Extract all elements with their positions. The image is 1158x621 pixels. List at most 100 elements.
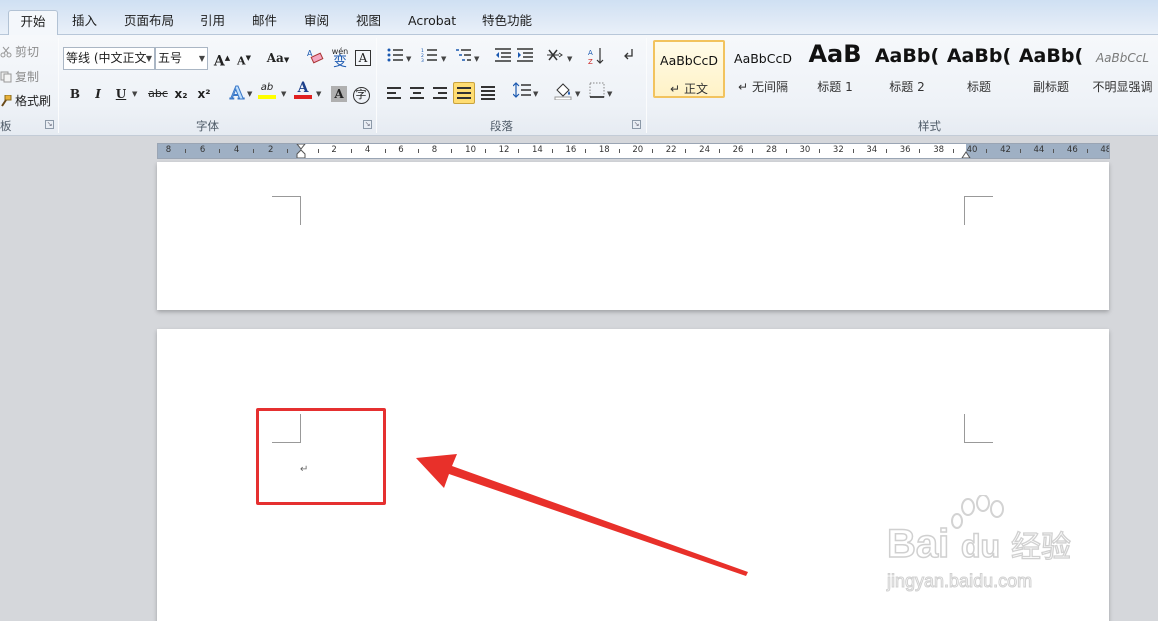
underline-dropdown-icon[interactable]: ▼ bbox=[132, 90, 137, 98]
borders-dropdown-icon[interactable]: ▼ bbox=[607, 90, 612, 98]
show-hide-marks-button[interactable] bbox=[618, 47, 640, 69]
ruler-tick bbox=[484, 149, 486, 153]
style-subtitle[interactable]: AaBb( 副标题 bbox=[1015, 40, 1087, 98]
numbering-dropdown-icon[interactable]: ▼ bbox=[441, 55, 446, 63]
line-spacing-dropdown-icon[interactable]: ▼ bbox=[533, 90, 538, 98]
bullets-button[interactable] bbox=[384, 47, 406, 69]
increase-indent-button[interactable] bbox=[514, 47, 536, 69]
shading-dropdown-icon[interactable]: ▼ bbox=[575, 90, 580, 98]
tab-view[interactable]: 视图 bbox=[352, 10, 385, 35]
text-highlight-button[interactable]: ab bbox=[256, 81, 278, 103]
style-subtle-emphasis[interactable]: AaBbCcL 不明显强调 bbox=[1087, 40, 1158, 98]
chinese-layout-button[interactable] bbox=[545, 47, 567, 69]
tab-review[interactable]: 审阅 bbox=[300, 10, 333, 35]
indent-marker-icon[interactable] bbox=[296, 144, 306, 159]
ruler-label: 8 bbox=[431, 145, 438, 155]
borders-button[interactable] bbox=[586, 82, 608, 104]
ruler-tick bbox=[886, 149, 888, 153]
line-spacing-button[interactable] bbox=[511, 82, 533, 104]
align-center-button[interactable] bbox=[406, 82, 428, 104]
chinese-layout-icon bbox=[547, 49, 563, 61]
underline-button[interactable]: U bbox=[110, 83, 132, 105]
pinyin-guide-button[interactable]: wén 变 bbox=[329, 47, 351, 69]
subscript-button[interactable]: x₂ bbox=[170, 83, 192, 105]
ruler-tick bbox=[819, 149, 821, 153]
character-border-button[interactable]: A bbox=[352, 47, 374, 69]
tab-acrobat[interactable]: Acrobat bbox=[404, 10, 460, 35]
ruler-label: 36 bbox=[899, 145, 911, 155]
separator bbox=[58, 38, 59, 133]
font-color-button[interactable]: A bbox=[292, 81, 314, 103]
style-title[interactable]: AaBb( 标题 bbox=[943, 40, 1015, 98]
numbering-button[interactable]: 123 bbox=[418, 47, 440, 69]
multilevel-dropdown-icon[interactable]: ▼ bbox=[474, 55, 479, 63]
bullets-dropdown-icon[interactable]: ▼ bbox=[406, 55, 411, 63]
grow-font-button[interactable]: A▲ bbox=[211, 47, 233, 70]
style-name: ↵ 无间隔 bbox=[738, 80, 788, 94]
eraser-icon: A bbox=[307, 49, 324, 64]
distributed-button[interactable] bbox=[477, 82, 499, 104]
ruler-tick bbox=[1086, 149, 1088, 153]
font-color-dropdown-icon[interactable]: ▼ bbox=[316, 90, 321, 98]
watermark-suffix: 经验 bbox=[1011, 530, 1071, 565]
ruler-label: 18 bbox=[598, 145, 610, 155]
right-indent-marker-icon[interactable] bbox=[961, 151, 971, 159]
decrease-indent-button[interactable] bbox=[492, 47, 514, 69]
multilevel-list-button[interactable] bbox=[452, 47, 474, 69]
change-case-button[interactable]: Aa▼ bbox=[264, 47, 292, 69]
italic-button[interactable]: I bbox=[87, 83, 109, 105]
sort-button[interactable]: AZ bbox=[585, 47, 607, 69]
text-effects-button[interactable]: A bbox=[226, 83, 248, 105]
margin-corner-mark bbox=[964, 414, 993, 443]
copy-button[interactable]: 复制 bbox=[0, 68, 39, 85]
align-left-button[interactable] bbox=[383, 82, 405, 104]
document-page-1[interactable] bbox=[157, 162, 1109, 310]
paint-bucket-icon bbox=[554, 83, 572, 101]
bold-button[interactable]: B bbox=[64, 83, 86, 105]
tab-references[interactable]: 引用 bbox=[196, 10, 229, 35]
format-painter-button[interactable]: 格式刷 bbox=[0, 92, 51, 109]
font-launcher-icon[interactable]: ↘ bbox=[363, 120, 372, 129]
font-name-value: 等线 (中文正文 bbox=[66, 51, 147, 65]
tab-mailings[interactable]: 邮件 bbox=[248, 10, 281, 35]
shading-button[interactable] bbox=[552, 82, 574, 104]
chinese-layout-dropdown-icon[interactable]: ▼ bbox=[567, 55, 572, 63]
style-normal[interactable]: AaBbCcD ↵ 正文 bbox=[653, 40, 725, 98]
style-heading-2[interactable]: AaBb( 标题 2 bbox=[871, 40, 943, 98]
text-effects-dropdown-icon[interactable]: ▼ bbox=[247, 90, 252, 98]
tab-special-features[interactable]: 特色功能 bbox=[478, 10, 536, 35]
justify-button[interactable] bbox=[453, 82, 475, 104]
font-size-select[interactable]: 五号 ▼ bbox=[155, 47, 208, 70]
font-name-select[interactable]: 等线 (中文正文 ▼ bbox=[63, 47, 155, 70]
ruler-tick bbox=[986, 149, 988, 153]
style-no-spacing[interactable]: AaBbCcD ↵ 无间隔 bbox=[727, 40, 799, 98]
styles-gallery: AaBbCcD ↵ 正文 AaBbCcD ↵ 无间隔 AaB 标题 1 AaBb… bbox=[651, 40, 1158, 100]
align-center-icon bbox=[410, 87, 424, 99]
character-shading-button[interactable]: A bbox=[328, 83, 350, 105]
clear-format-button[interactable]: A bbox=[304, 47, 326, 69]
shrink-font-button[interactable]: A▼ bbox=[233, 47, 255, 69]
align-right-button[interactable] bbox=[429, 82, 451, 104]
paragraph-launcher-icon[interactable]: ↘ bbox=[632, 120, 641, 129]
style-heading-1[interactable]: AaB 标题 1 bbox=[799, 40, 871, 98]
line-spacing-icon bbox=[512, 82, 531, 98]
tab-page-layout[interactable]: 页面布局 bbox=[120, 10, 178, 35]
ruler-tick bbox=[919, 149, 921, 153]
chevron-down-icon: ▼ bbox=[198, 54, 205, 63]
clipboard-launcher-icon[interactable]: ↘ bbox=[45, 120, 54, 129]
font-group-label: 字体 bbox=[196, 119, 219, 133]
tab-insert[interactable]: 插入 bbox=[68, 10, 101, 35]
style-sample: AaBbCcD bbox=[660, 53, 718, 68]
superscript-button[interactable]: x² bbox=[193, 83, 215, 105]
ruler-label: 26 bbox=[732, 145, 744, 155]
ruler-label: 6 bbox=[199, 145, 206, 155]
strikethrough-button[interactable]: abc bbox=[146, 83, 170, 105]
highlight-dropdown-icon[interactable]: ▼ bbox=[281, 90, 286, 98]
horizontal-ruler[interactable]: 8 6 4 2 2 4 6 8 10 12 14 16 18 20 22 24 26 28 30 32 34 36 38 40… bbox=[157, 143, 1110, 159]
align-left-icon bbox=[387, 87, 401, 99]
enclose-characters-button[interactable]: 字 bbox=[350, 83, 372, 105]
cut-button[interactable]: 剪切 bbox=[0, 43, 39, 60]
tab-home[interactable]: 开始 bbox=[8, 10, 58, 36]
margin-corner-mark bbox=[964, 196, 993, 225]
paragraph-group-label: 段落 bbox=[490, 119, 513, 133]
